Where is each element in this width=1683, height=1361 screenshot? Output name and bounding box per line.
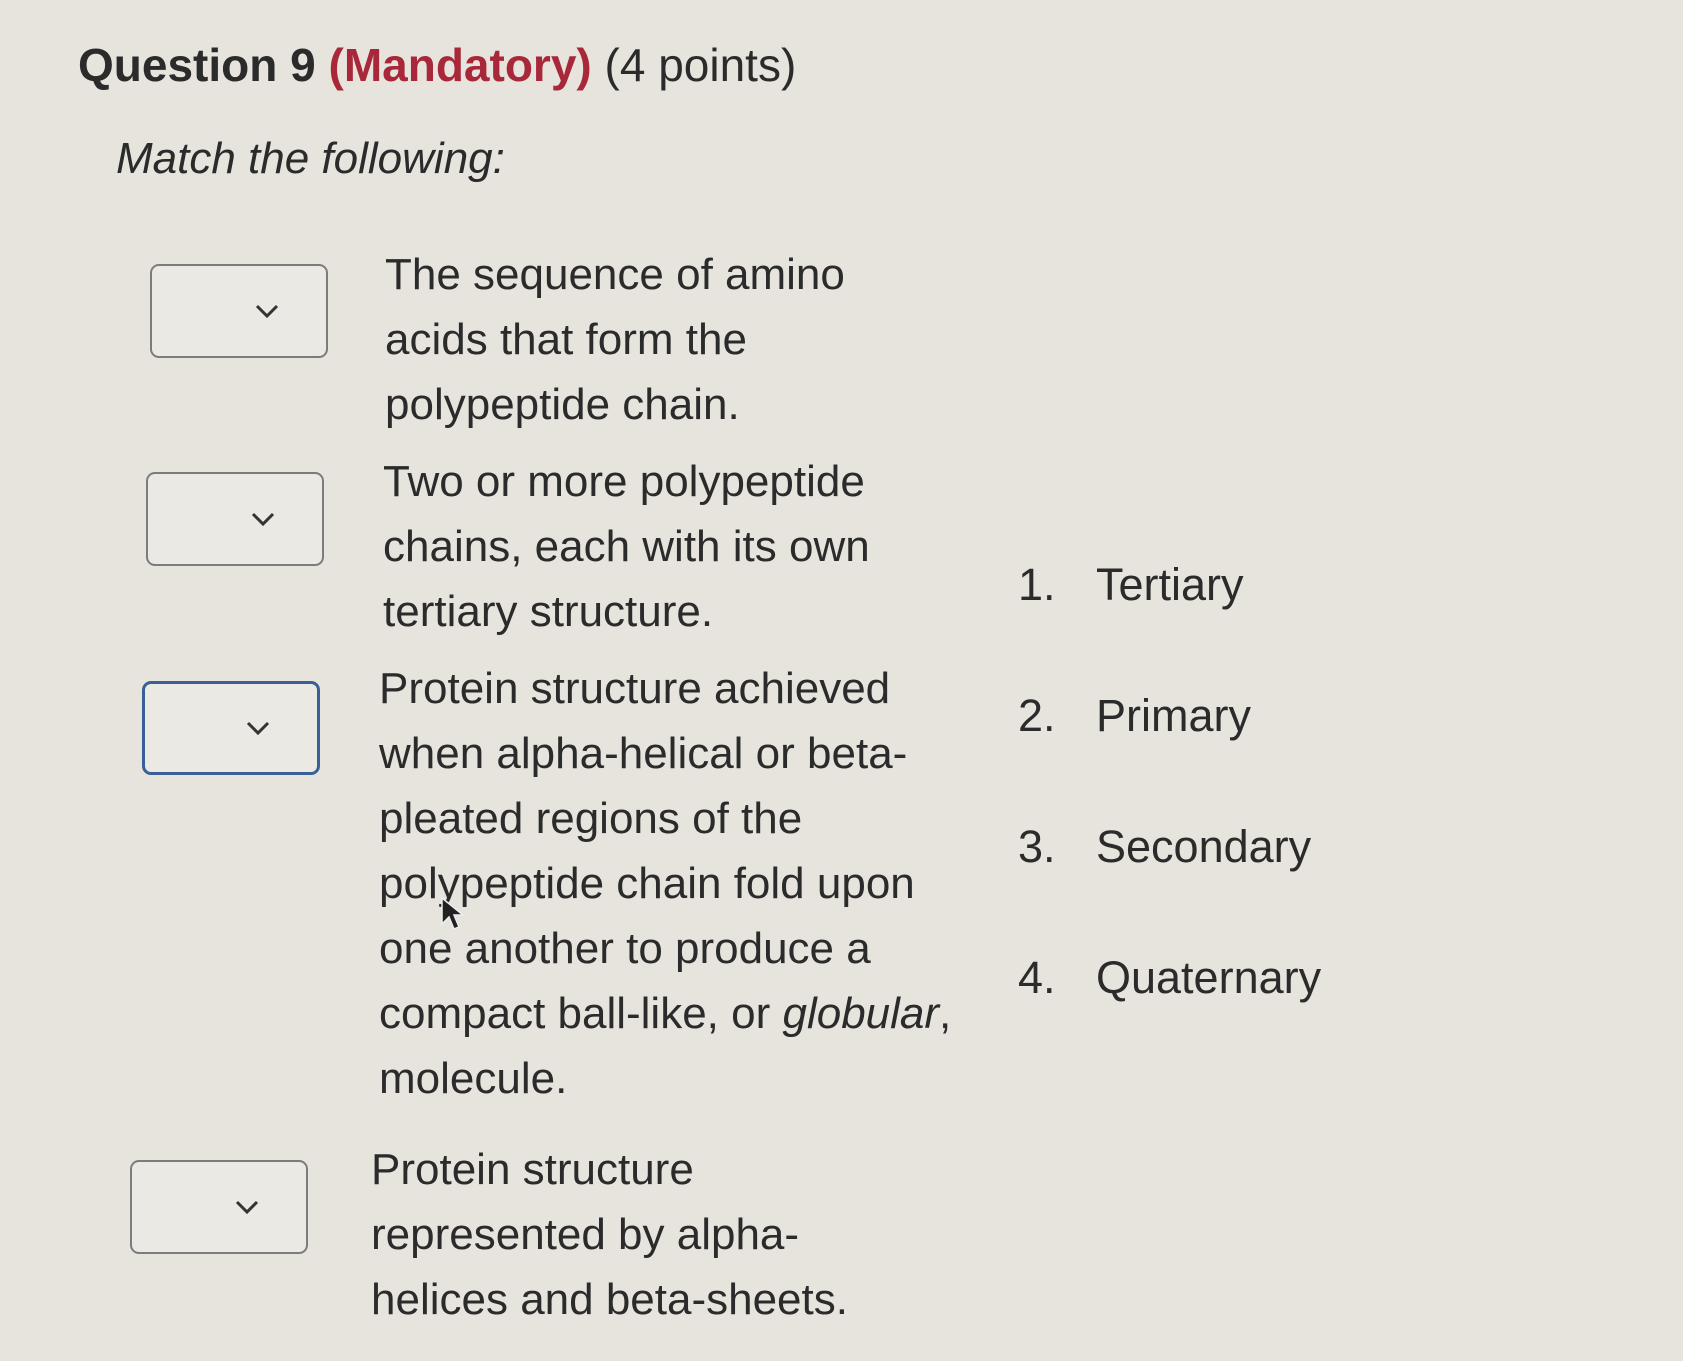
prompt-text-3-start: Protein structure achieved when alpha-he…	[379, 664, 915, 1038]
option-number: 4.	[1018, 952, 1056, 1003]
option-number: 1.	[1018, 559, 1056, 610]
question-title: Question 9 (Mandatory) (4 points)	[78, 38, 796, 92]
option-label: Secondary	[1096, 821, 1312, 872]
question-label: Question 9	[78, 39, 316, 91]
option-item: 3. Secondary	[1018, 812, 1321, 943]
match-dropdown-3[interactable]	[142, 681, 320, 775]
mandatory-label: (Mandatory)	[328, 39, 592, 91]
option-item: 1. Tertiary	[1018, 550, 1321, 681]
option-item: 4. Quaternary	[1018, 943, 1321, 1074]
mouse-pointer-icon	[441, 896, 466, 930]
chevron-down-icon	[246, 721, 270, 736]
chevron-down-icon	[255, 304, 279, 319]
prompt-text-3: Protein structure achieved when alpha-he…	[379, 656, 959, 1111]
prompt-text-2: Two or more polypeptide chains, each wit…	[383, 457, 870, 636]
chevron-down-icon	[235, 1200, 259, 1215]
prompt-text-1: The sequence of amino acids that form th…	[385, 250, 845, 429]
match-dropdown-4[interactable]	[130, 1160, 308, 1254]
match-dropdown-1[interactable]	[150, 264, 328, 358]
match-dropdown-2[interactable]	[146, 472, 324, 566]
chevron-down-icon	[251, 512, 275, 527]
option-item: 2. Primary	[1018, 681, 1321, 812]
option-number: 2.	[1018, 690, 1056, 741]
option-number: 3.	[1018, 821, 1056, 872]
prompt-text-4: Protein structure represented by alpha-h…	[371, 1145, 848, 1324]
option-label: Quaternary	[1096, 952, 1322, 1003]
instruction-text: Match the following:	[116, 134, 505, 183]
option-label: Tertiary	[1096, 559, 1244, 610]
points-label: (4 points)	[604, 39, 797, 91]
prompt-text-3-italic: globular	[782, 989, 940, 1038]
option-label: Primary	[1096, 690, 1251, 741]
answer-options-list: 1. Tertiary 2. Primary 3. Secondary 4. Quate…	[1018, 550, 1321, 1074]
